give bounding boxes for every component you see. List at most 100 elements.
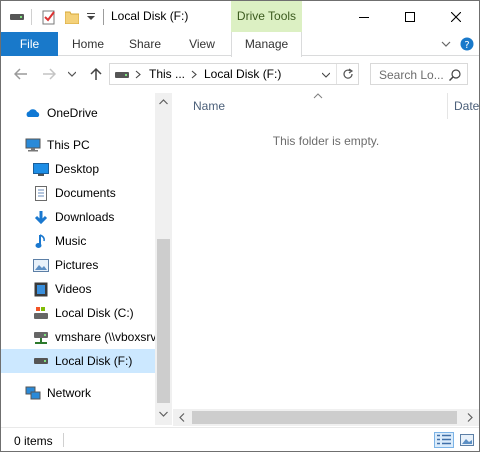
chevron-down-icon bbox=[322, 72, 330, 78]
close-button[interactable] bbox=[433, 1, 479, 32]
refresh-icon bbox=[343, 68, 354, 79]
navigation-pane-scrollbar[interactable] bbox=[155, 93, 172, 425]
system-drive-icon bbox=[33, 305, 49, 321]
nav-item-label: Local Disk (F:) bbox=[55, 354, 133, 368]
chevron-down-icon bbox=[441, 41, 451, 47]
back-arrow-icon bbox=[14, 68, 27, 80]
customize-toolbar-icon[interactable] bbox=[85, 9, 97, 25]
nav-item-label: Documents bbox=[55, 186, 116, 200]
nav-item-label: Downloads bbox=[55, 210, 115, 224]
empty-folder-message: This folder is empty. bbox=[272, 134, 380, 148]
file-list-scrollbar[interactable] bbox=[173, 409, 479, 426]
breadcrumb-local-disk[interactable]: Local Disk (F:) bbox=[204, 67, 281, 81]
nav-item-label: This PC bbox=[47, 138, 90, 152]
window-title: Local Disk (F:) bbox=[111, 9, 189, 23]
large-icons-view-icon bbox=[460, 434, 474, 446]
breadcrumb-this-pc[interactable]: This ... bbox=[149, 67, 185, 81]
search-box[interactable]: Search Lo... bbox=[370, 63, 468, 85]
nav-item-network[interactable]: Network bbox=[1, 381, 155, 405]
large-icons-view-button[interactable] bbox=[457, 432, 477, 448]
back-button[interactable] bbox=[13, 65, 29, 83]
divider bbox=[103, 9, 104, 25]
computer-icon bbox=[25, 137, 41, 153]
videos-icon bbox=[33, 281, 49, 297]
recent-locations-button[interactable] bbox=[67, 65, 77, 83]
scrollbar-thumb[interactable] bbox=[192, 411, 457, 424]
column-header-date[interactable]: Date bbox=[454, 99, 479, 113]
tab-file[interactable]: File bbox=[1, 32, 58, 56]
scroll-left-icon bbox=[179, 413, 185, 422]
details-view-icon bbox=[437, 434, 451, 445]
expand-ribbon-button[interactable] bbox=[439, 36, 453, 52]
chevron-right-icon bbox=[135, 70, 141, 79]
nav-item-label: Desktop bbox=[55, 162, 100, 176]
forward-arrow-icon bbox=[43, 68, 56, 80]
status-bar: 0 items bbox=[1, 427, 479, 451]
tab-share[interactable]: Share bbox=[125, 32, 165, 56]
onedrive-icon bbox=[25, 105, 41, 121]
nav-item-local-disk-f[interactable]: Local Disk (F:) bbox=[1, 349, 155, 373]
nav-item-label: Network bbox=[47, 386, 92, 400]
nav-item-this-pc[interactable]: This PC bbox=[1, 133, 155, 157]
new-folder-icon[interactable] bbox=[64, 9, 80, 25]
help-icon: ? bbox=[460, 37, 474, 51]
nav-item-label: Videos bbox=[55, 282, 92, 296]
navigation-pane: OneDrive This PC Desktop Documents Downl… bbox=[1, 93, 171, 425]
details-view-button[interactable] bbox=[434, 432, 454, 448]
properties-icon[interactable] bbox=[41, 9, 57, 25]
chevron-down-icon bbox=[68, 71, 76, 77]
up-button[interactable] bbox=[88, 65, 104, 83]
column-header-name[interactable]: Name bbox=[193, 99, 225, 113]
scrollbar-thumb[interactable] bbox=[157, 239, 170, 403]
nav-item-videos[interactable]: Videos bbox=[1, 277, 155, 301]
explorer-window: Local Disk (F:) Drive Tools File Home Sh… bbox=[0, 0, 480, 452]
nav-item-onedrive[interactable]: OneDrive bbox=[1, 101, 155, 125]
address-bar[interactable]: This ... Local Disk (F:) bbox=[109, 63, 359, 85]
nav-item-label: Pictures bbox=[55, 258, 99, 272]
up-arrow-icon bbox=[90, 67, 102, 80]
music-icon bbox=[33, 233, 49, 249]
column-divider[interactable] bbox=[447, 93, 448, 119]
minimize-icon bbox=[359, 16, 369, 18]
nav-item-local-disk-c[interactable]: Local Disk (C:) bbox=[1, 301, 155, 325]
item-count: 0 items bbox=[14, 434, 53, 448]
network-drive-icon bbox=[33, 329, 49, 345]
desktop-icon bbox=[33, 161, 49, 177]
svg-text:?: ? bbox=[464, 40, 469, 51]
chevron-right-icon bbox=[191, 70, 197, 79]
sort-ascending-icon bbox=[313, 93, 323, 99]
help-button[interactable]: ? bbox=[459, 36, 475, 52]
nav-item-label: Music bbox=[55, 234, 87, 248]
scroll-right-icon bbox=[467, 413, 473, 422]
pictures-icon bbox=[33, 257, 49, 273]
nav-item-desktop[interactable]: Desktop bbox=[1, 157, 155, 181]
maximize-icon bbox=[405, 11, 415, 22]
drive-icon bbox=[33, 353, 49, 369]
nav-item-label: OneDrive bbox=[47, 106, 98, 120]
tab-manage[interactable]: Manage bbox=[231, 32, 302, 57]
drive-tools-context-tab: Drive Tools bbox=[231, 1, 302, 32]
nav-item-vmshare[interactable]: vmshare (\\vboxsrv bbox=[1, 325, 155, 349]
search-icon bbox=[449, 69, 461, 81]
nav-item-documents[interactable]: Documents bbox=[1, 181, 155, 205]
maximize-button[interactable] bbox=[387, 1, 433, 32]
forward-button[interactable] bbox=[41, 65, 57, 83]
nav-item-downloads[interactable]: Downloads bbox=[1, 205, 155, 229]
minimize-button[interactable] bbox=[341, 1, 387, 32]
nav-item-music[interactable]: Music bbox=[1, 229, 155, 253]
title-bar: Local Disk (F:) Drive Tools bbox=[1, 1, 479, 32]
close-icon bbox=[451, 11, 461, 22]
documents-icon bbox=[33, 185, 49, 201]
nav-item-pictures[interactable]: Pictures bbox=[1, 253, 155, 277]
search-placeholder: Search Lo... bbox=[379, 68, 444, 82]
scroll-down-icon bbox=[159, 411, 168, 417]
tab-view[interactable]: View bbox=[182, 32, 222, 56]
nav-item-label: vmshare (\\vboxsrv bbox=[55, 330, 155, 344]
network-icon bbox=[25, 385, 41, 401]
ribbon-tabs: File Home Share View Manage ? bbox=[1, 32, 479, 57]
file-list[interactable]: Name Date This folder is empty. bbox=[173, 93, 479, 409]
scroll-up-icon bbox=[159, 99, 168, 105]
tab-home[interactable]: Home bbox=[68, 32, 108, 56]
downloads-icon bbox=[33, 209, 49, 225]
divider bbox=[31, 9, 32, 25]
